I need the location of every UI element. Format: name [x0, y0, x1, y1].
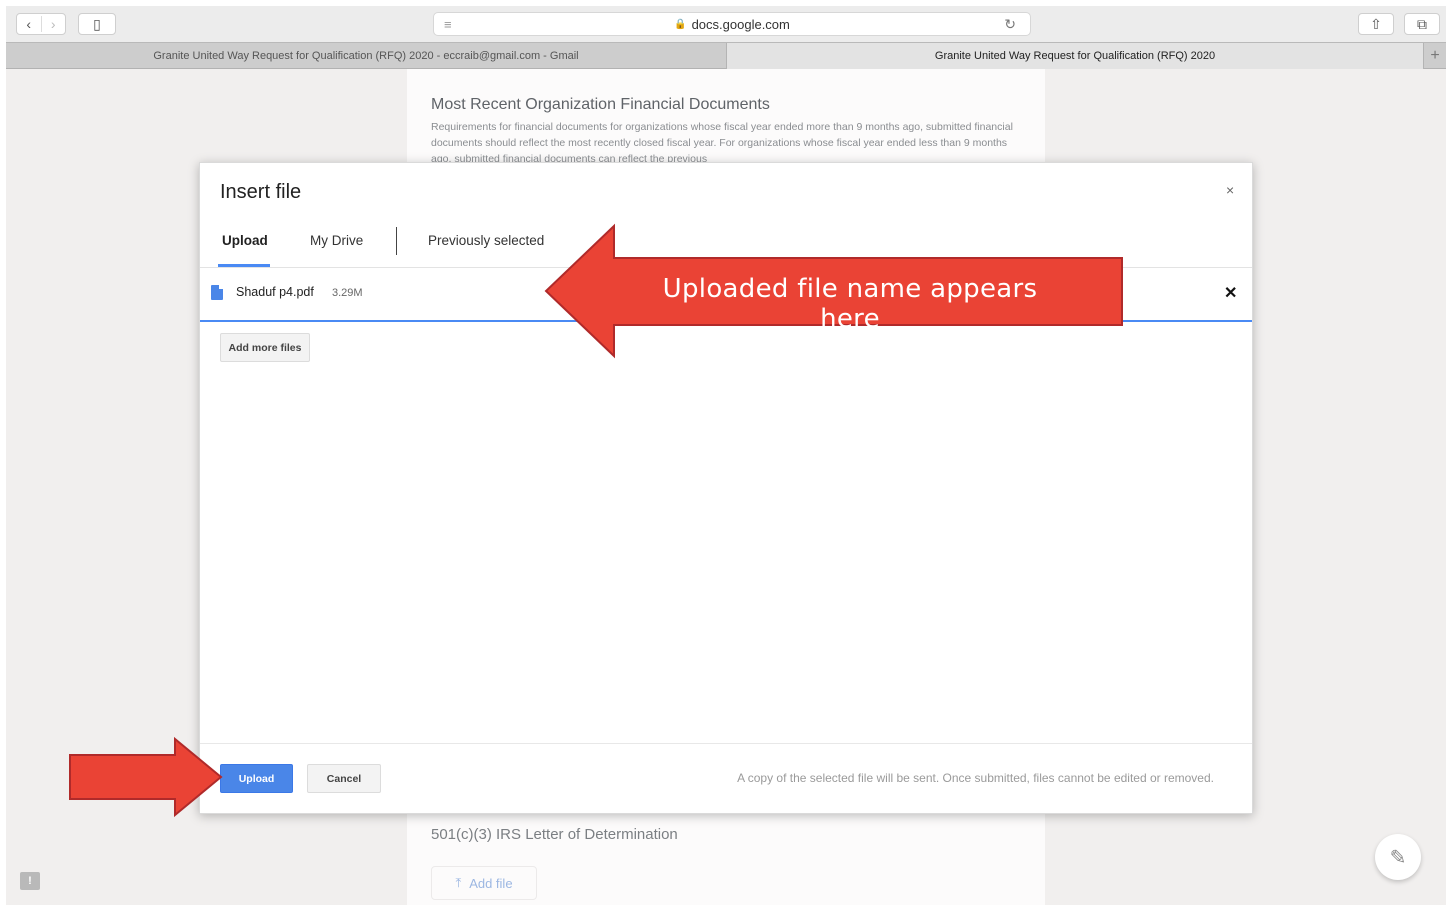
tab-my-drive[interactable]: My Drive	[310, 233, 363, 248]
upload-button[interactable]: Upload	[220, 764, 293, 793]
footer-note: A copy of the selected file will be sent…	[737, 771, 1214, 785]
address-bar[interactable]: ≡ 🔒 docs.google.com ↻	[433, 12, 1031, 36]
nav-buttons: ‹ ›	[16, 13, 66, 35]
share-icon[interactable]: ⇧	[1358, 13, 1394, 35]
cancel-button[interactable]: Cancel	[307, 764, 381, 793]
browser-toolbar: ‹ › ▯ ≡ 🔒 docs.google.com ↻ ⇧ ⧉	[6, 6, 1446, 42]
insert-file-dialog: Insert file × Upload My Drive Previously…	[199, 162, 1253, 814]
callout-text: Uploaded file name appears here	[662, 274, 1038, 334]
close-icon[interactable]: ×	[1226, 182, 1234, 198]
section-description: Requirements for financial documents for…	[431, 121, 1013, 163]
tabs-overview-icon[interactable]: ⧉	[1404, 13, 1440, 35]
sidebar-toggle-icon[interactable]: ▯	[78, 13, 116, 35]
tab-upload[interactable]: Upload	[222, 233, 268, 248]
add-more-files-button[interactable]: Add more files	[220, 333, 310, 362]
reader-icon[interactable]: ≡	[444, 17, 452, 32]
add-file-button[interactable]: ⤒ Add file	[431, 866, 537, 900]
browser-tab-gmail[interactable]: Granite United Way Request for Qualifica…	[6, 43, 726, 69]
new-tab-icon[interactable]: +	[1424, 43, 1446, 69]
browser-tab-form[interactable]: Granite United Way Request for Qualifica…	[726, 43, 1424, 69]
tab-previously-selected[interactable]: Previously selected	[428, 233, 544, 248]
section-title: Most Recent Organization Financial Docum…	[431, 96, 770, 113]
footer-divider	[200, 743, 1252, 744]
address-url: docs.google.com	[691, 16, 790, 32]
remove-file-icon[interactable]: ✕	[1224, 283, 1237, 303]
file-name: Shaduf p4.pdf	[236, 285, 314, 299]
lock-icon: 🔒	[674, 18, 687, 30]
tab-separator	[396, 227, 397, 255]
add-file-label: Add file	[469, 875, 513, 891]
upload-icon: ⤒	[455, 875, 462, 890]
file-size: 3.29M	[332, 287, 363, 299]
feedback-icon[interactable]: !	[20, 872, 40, 890]
back-icon[interactable]: ‹	[17, 16, 41, 32]
section2-title: 501(c)(3) IRS Letter of Determination	[431, 826, 678, 843]
document-icon	[211, 285, 223, 300]
edit-pencil-icon[interactable]: ✎	[1375, 834, 1421, 880]
dialog-title: Insert file	[220, 181, 302, 203]
reload-icon[interactable]: ↻	[1004, 16, 1016, 33]
browser-tab-bar: Granite United Way Request for Qualifica…	[6, 42, 1446, 69]
forward-icon[interactable]: ›	[40, 16, 66, 32]
